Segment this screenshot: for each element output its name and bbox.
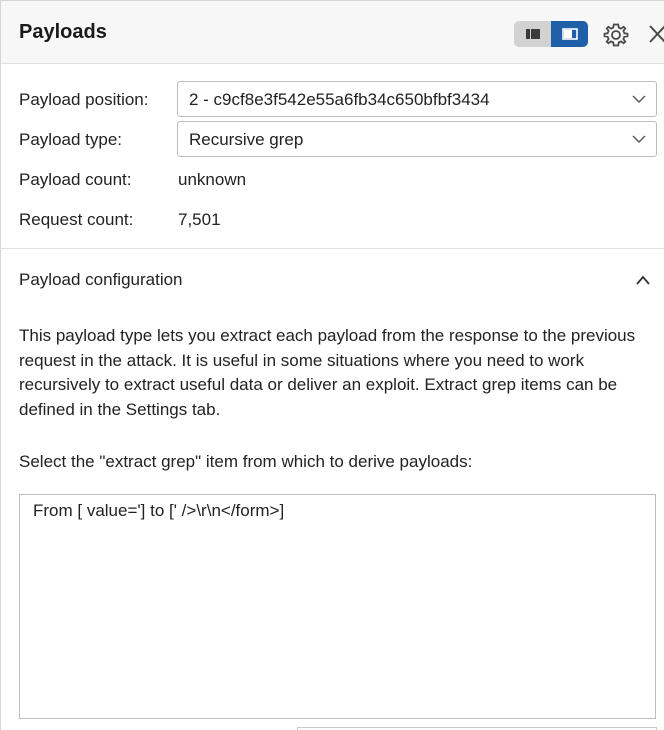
chevron-up-icon[interactable] bbox=[635, 274, 651, 286]
gear-icon[interactable] bbox=[602, 21, 630, 49]
chevron-down-icon bbox=[632, 135, 646, 143]
payload-configuration-title: Payload configuration bbox=[19, 270, 183, 289]
payload-count-value: unknown bbox=[178, 170, 247, 189]
payload-configuration-header[interactable]: Payload configuration bbox=[1, 249, 664, 309]
list-item[interactable]: From [ value='] to [' />\r\n</form>] bbox=[20, 495, 655, 527]
payload-position-row: Payload position: 2 - c9cf8e3f542e55a6fb… bbox=[1, 81, 664, 121]
payload-count-row: Payload count: unknown bbox=[1, 161, 664, 201]
request-count-label: Request count: bbox=[19, 210, 134, 229]
panel-title: Payloads bbox=[19, 21, 107, 43]
payload-type-select[interactable]: Recursive grep bbox=[177, 121, 657, 157]
panel-layout-compact-button[interactable] bbox=[514, 21, 551, 47]
request-count-value: 7,501 bbox=[178, 210, 221, 229]
close-icon[interactable] bbox=[647, 22, 664, 46]
payload-settings-form: Payload position: 2 - c9cf8e3f542e55a6fb… bbox=[1, 64, 664, 241]
payload-type-label: Payload type: bbox=[19, 130, 123, 149]
extract-grep-select-label: Select the "extract grep" item from whic… bbox=[19, 452, 473, 471]
payload-type-row: Payload type: Recursive grep bbox=[1, 121, 664, 161]
layout-toggle[interactable] bbox=[514, 21, 588, 47]
chevron-down-icon bbox=[632, 95, 646, 103]
payload-position-label: Payload position: bbox=[19, 90, 149, 109]
extract-grep-list[interactable]: From [ value='] to [' />\r\n</form>] bbox=[19, 494, 656, 719]
request-count-row: Request count: 7,501 bbox=[1, 201, 664, 241]
payload-position-select[interactable]: 2 - c9cf8e3f542e55a6fb34c650bfbf3434 bbox=[177, 81, 657, 117]
payload-type-value: Recursive grep bbox=[189, 130, 304, 149]
panel-layout-split-icon bbox=[561, 28, 578, 40]
panel-layout-split-button[interactable] bbox=[551, 21, 588, 47]
panel-layout-compact-icon bbox=[525, 29, 540, 39]
payload-type-description: This payload type lets you extract each … bbox=[19, 326, 636, 419]
payloads-panel: Payloads Payload position: 2 - c9cf8e3f5… bbox=[0, 0, 664, 730]
panel-header: Payloads bbox=[1, 1, 664, 64]
payload-count-label: Payload count: bbox=[19, 170, 132, 189]
payload-position-value: 2 - c9cf8e3f542e55a6fb34c650bfbf3434 bbox=[189, 90, 490, 109]
